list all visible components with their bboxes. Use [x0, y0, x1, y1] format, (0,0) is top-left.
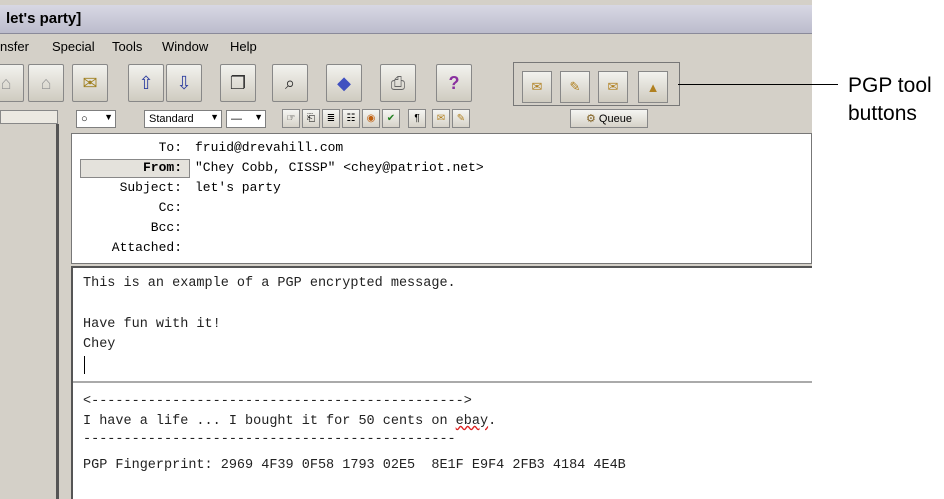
misspelled-word[interactable]: ebay: [456, 414, 488, 429]
format-toolbar: ○ ▼ Standard ▼ — ▼ ☞ ⎗ ≣ ☷ ◉ ✔ ¶ ✉ ✎ ⚙ Queu…: [64, 107, 812, 131]
size-select[interactable]: — ▼: [226, 110, 266, 128]
menu-special[interactable]: Special: [52, 39, 95, 54]
signature-border: <---------------------------------------…: [83, 394, 472, 409]
message-body[interactable]: This is an example of a PGP encrypted me…: [71, 266, 812, 499]
from-label: From:: [142, 160, 182, 175]
signature-rule: ----------------------------------------…: [83, 432, 456, 447]
mailbox-panel: [0, 106, 60, 499]
mailbox-icon[interactable]: ✉: [72, 64, 108, 102]
check-icon[interactable]: ✔: [382, 109, 400, 128]
message-header: To: fruid@drevahill.com From: "Chey Cobb…: [71, 133, 812, 264]
pgp-tool-buttons-group: ✉ ✎ ✉ ▲: [513, 62, 680, 106]
pgp-encrypt-sign-icon[interactable]: ✉: [598, 71, 628, 103]
callout-leader-line: [678, 84, 838, 85]
up-arrow-icon[interactable]: ⇧: [128, 64, 164, 102]
main-toolbar: ⌂ ⌂ ✉ ⇧ ⇩ ❐ ⌕ ◆ ⎙ ?: [0, 60, 812, 106]
text-cursor: [84, 356, 85, 374]
pgp-small-sign-icon[interactable]: ✎: [452, 109, 470, 128]
pgp-small-icon[interactable]: ✉: [432, 109, 450, 128]
pgp-encrypt-icon[interactable]: ✉: [522, 71, 552, 103]
splitter[interactable]: [56, 124, 59, 499]
chevron-down-icon: ▼: [210, 112, 219, 122]
from-field[interactable]: "Chey Cobb, CISSP" <chey@patriot.net>: [195, 160, 484, 175]
body-line: Have fun with it!: [83, 317, 221, 332]
to-label: To:: [158, 140, 182, 155]
cookie-icon[interactable]: ◉: [362, 109, 380, 128]
signature-separator: [73, 381, 812, 383]
pgp-fingerprint: PGP Fingerprint: 2969 4F39 0F58 1793 02E…: [83, 458, 626, 473]
bcc-label: Bcc:: [150, 220, 182, 235]
chevron-down-icon: ▼: [104, 112, 113, 122]
subject-row: Subject: let's party: [72, 180, 772, 200]
attached-label: Attached:: [111, 240, 182, 255]
mailbox-panel-header: [0, 110, 58, 124]
text-icon[interactable]: ≣: [322, 109, 340, 128]
menu-window[interactable]: Window: [162, 39, 208, 54]
paragraph-icon[interactable]: ¶: [408, 109, 426, 128]
quote-icon[interactable]: ☷: [342, 109, 360, 128]
subject-field[interactable]: let's party: [195, 180, 281, 195]
queue-button[interactable]: ⚙ Queue: [570, 109, 648, 128]
signature-icon[interactable]: ☞: [282, 109, 300, 128]
attach-icon[interactable]: ⎗: [302, 109, 320, 128]
eudora-compose-window: let's party] nsfer Special Tools Window …: [0, 0, 812, 499]
signature-text: I have a life ... I bought it for 50 cen…: [83, 414, 497, 429]
house-icon[interactable]: ⌂: [28, 64, 64, 102]
cc-row: Cc:: [72, 200, 772, 220]
from-row: From: "Chey Cobb, CISSP" <chey@patriot.n…: [72, 159, 772, 180]
callout-label: PGP tool buttons: [848, 74, 932, 125]
to-row: To: fruid@drevahill.com: [72, 140, 772, 160]
priority-select[interactable]: ○ ▼: [76, 110, 116, 128]
font-select[interactable]: Standard ▼: [144, 110, 222, 128]
chevron-down-icon: ▼: [254, 112, 263, 122]
printer-icon[interactable]: ⎙: [380, 64, 416, 102]
body-line: Chey: [83, 337, 116, 352]
pgp-sign-icon[interactable]: ✎: [560, 71, 590, 103]
down-arrow-icon[interactable]: ⇩: [166, 64, 202, 102]
subject-label: Subject:: [119, 180, 182, 195]
attached-row: Attached:: [72, 240, 772, 260]
menu-bar: nsfer Special Tools Window Help: [0, 36, 812, 60]
book-icon[interactable]: ◆: [326, 64, 362, 102]
title-bar: let's party]: [0, 5, 812, 34]
help-icon[interactable]: ?: [436, 64, 472, 102]
to-field[interactable]: fruid@drevahill.com: [195, 140, 343, 155]
body-line: This is an example of a PGP encrypted me…: [83, 276, 456, 291]
menu-help[interactable]: Help: [230, 39, 257, 54]
window-title: let's party]: [6, 10, 82, 27]
copy-icon[interactable]: ❐: [220, 64, 256, 102]
cc-label: Cc:: [158, 200, 182, 215]
find-icon[interactable]: ⌕: [272, 64, 308, 102]
menu-transfer[interactable]: nsfer: [0, 39, 29, 54]
pgp-mime-icon[interactable]: ▲: [638, 71, 668, 103]
queue-icon: ⚙: [586, 113, 596, 125]
bcc-row: Bcc:: [72, 220, 772, 240]
house-icon[interactable]: ⌂: [0, 64, 24, 102]
menu-tools[interactable]: Tools: [112, 39, 142, 54]
